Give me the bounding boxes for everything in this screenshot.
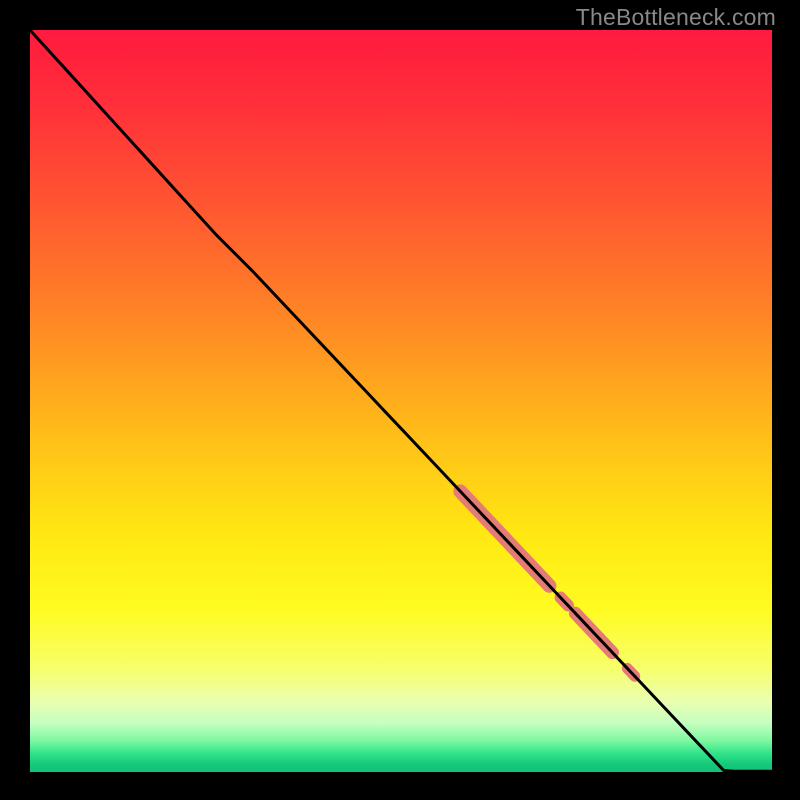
plot-background [30, 30, 772, 772]
chart-svg [0, 0, 800, 800]
chart-stage: TheBottleneck.com [0, 0, 800, 800]
